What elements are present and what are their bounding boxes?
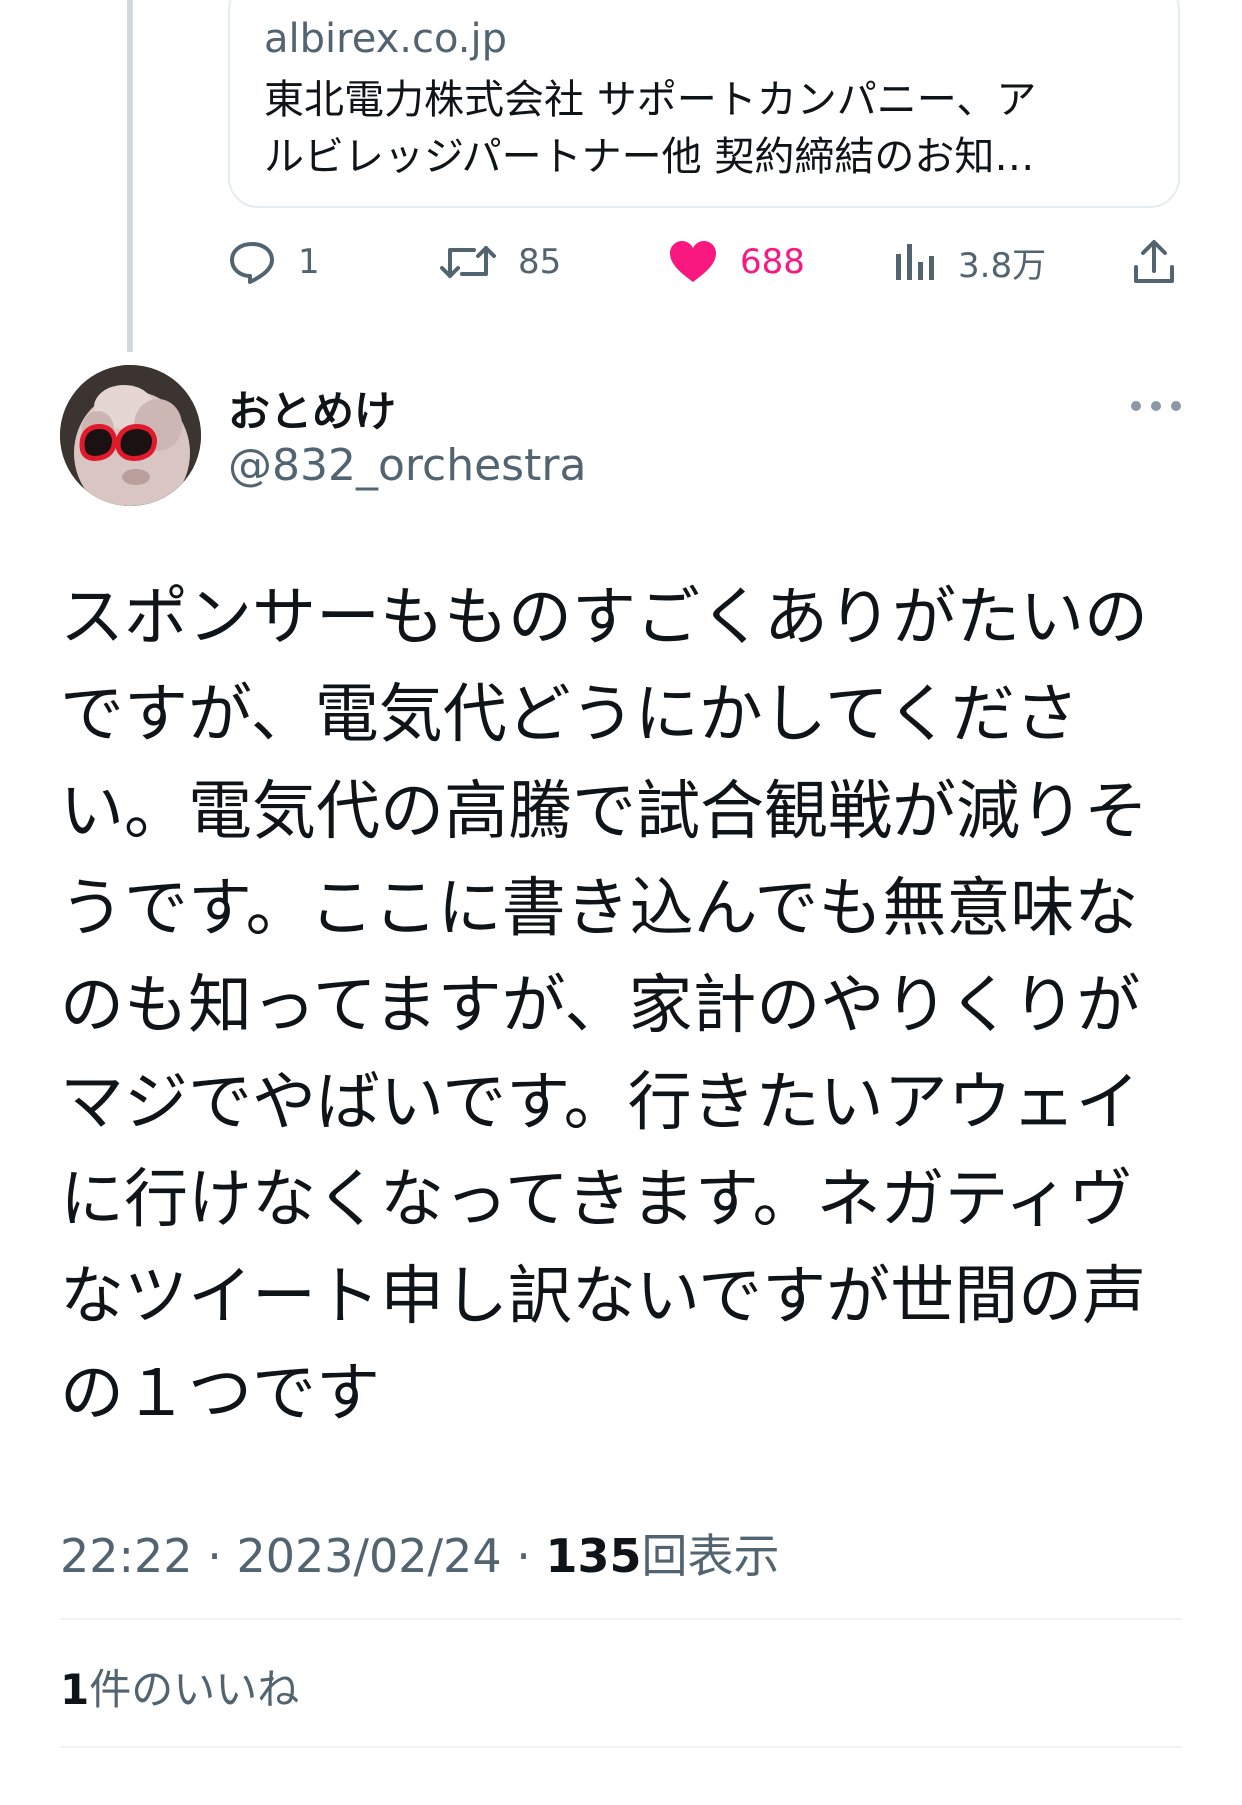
share-icon [1132,239,1176,285]
like-count: 688 [740,242,805,282]
avatar[interactable] [60,365,201,506]
link-card-title-line: ルビレッジパートナー他 契約締結のお知… [264,134,1035,180]
tweet-text-line: マジでやばいです。行きたいアウェイ [60,1066,1140,1140]
parent-tweet-actions: 1 85 688 3.8万 [0,232,1242,292]
tweet-text-line: のも知ってますが、家計のやりくりが [60,969,1141,1043]
tweet-text-line: ですが、電気代どうにかしてくださ [60,678,1079,752]
reply-count: 1 [298,242,320,282]
tweet-text-line: なツイート申し訳ないですが世間の声 [60,1260,1147,1334]
retweet-count: 85 [518,242,562,282]
meta-separator: · [516,1529,531,1583]
tweet-date[interactable]: 2023/02/24 [236,1529,501,1583]
tweet-view-count: 135 [545,1529,642,1583]
link-card-domain: albirex.co.jp [264,16,507,62]
divider [60,1746,1182,1748]
reply-button[interactable]: 1 [228,232,320,292]
analytics-bar-icon [894,242,936,282]
author-handle[interactable]: @832_orchestra [228,440,586,491]
link-card-title-line: 東北電力株式会社 サポートカンパニー、ア [264,77,1037,123]
more-options-icon[interactable] [1128,392,1184,420]
likes-summary[interactable]: 1件のいいね [60,1656,299,1717]
tweet-text-line: の１つです [60,1357,380,1431]
heart-icon [668,240,718,284]
tweet-time[interactable]: 22:22 [60,1529,193,1583]
link-preview-card[interactable]: albirex.co.jp 東北電力株式会社 サポートカンパニー、ア ルビレッジ… [228,0,1180,208]
likes-summary-count: 1 [60,1665,90,1714]
retweet-button[interactable]: 85 [440,232,561,292]
tweet-text-line: に行けなくなってきます。ネガティヴ [60,1163,1133,1237]
retweet-icon [440,240,496,284]
reply-icon [228,240,276,284]
likes-summary-label: 件のいいね [89,1665,300,1714]
tweet-text-line: スポンサーもものすごくありがたいの [60,581,1148,655]
views-count-parent: 3.8万 [958,245,1047,286]
share-button[interactable] [1132,232,1176,292]
thread-connector-line [127,0,133,352]
link-card-title: 東北電力株式会社 サポートカンパニー、ア ルビレッジパートナー他 契約締結のお知… [264,72,1144,186]
tweet-metadata: 22:22 · 2023/02/24 · 135回表示 [60,1520,780,1586]
meta-separator: · [207,1529,222,1583]
divider [60,1618,1182,1620]
author-display-name[interactable]: おとめけ [228,378,396,439]
tweet-text-line: い。電気代の高騰で試合観戦が減りそ [60,775,1148,849]
views-button[interactable]: 3.8万 [894,232,1046,292]
tweet-text: スポンサーもものすごくありがたいの ですが、電気代どうにかしてくださ い。電気代… [60,570,1190,1443]
tweet-view-label: 回表示 [641,1529,780,1583]
like-button[interactable]: 688 [668,232,805,292]
tweet-text-line: うです。ここに書き込んでも無意味な [60,872,1139,946]
